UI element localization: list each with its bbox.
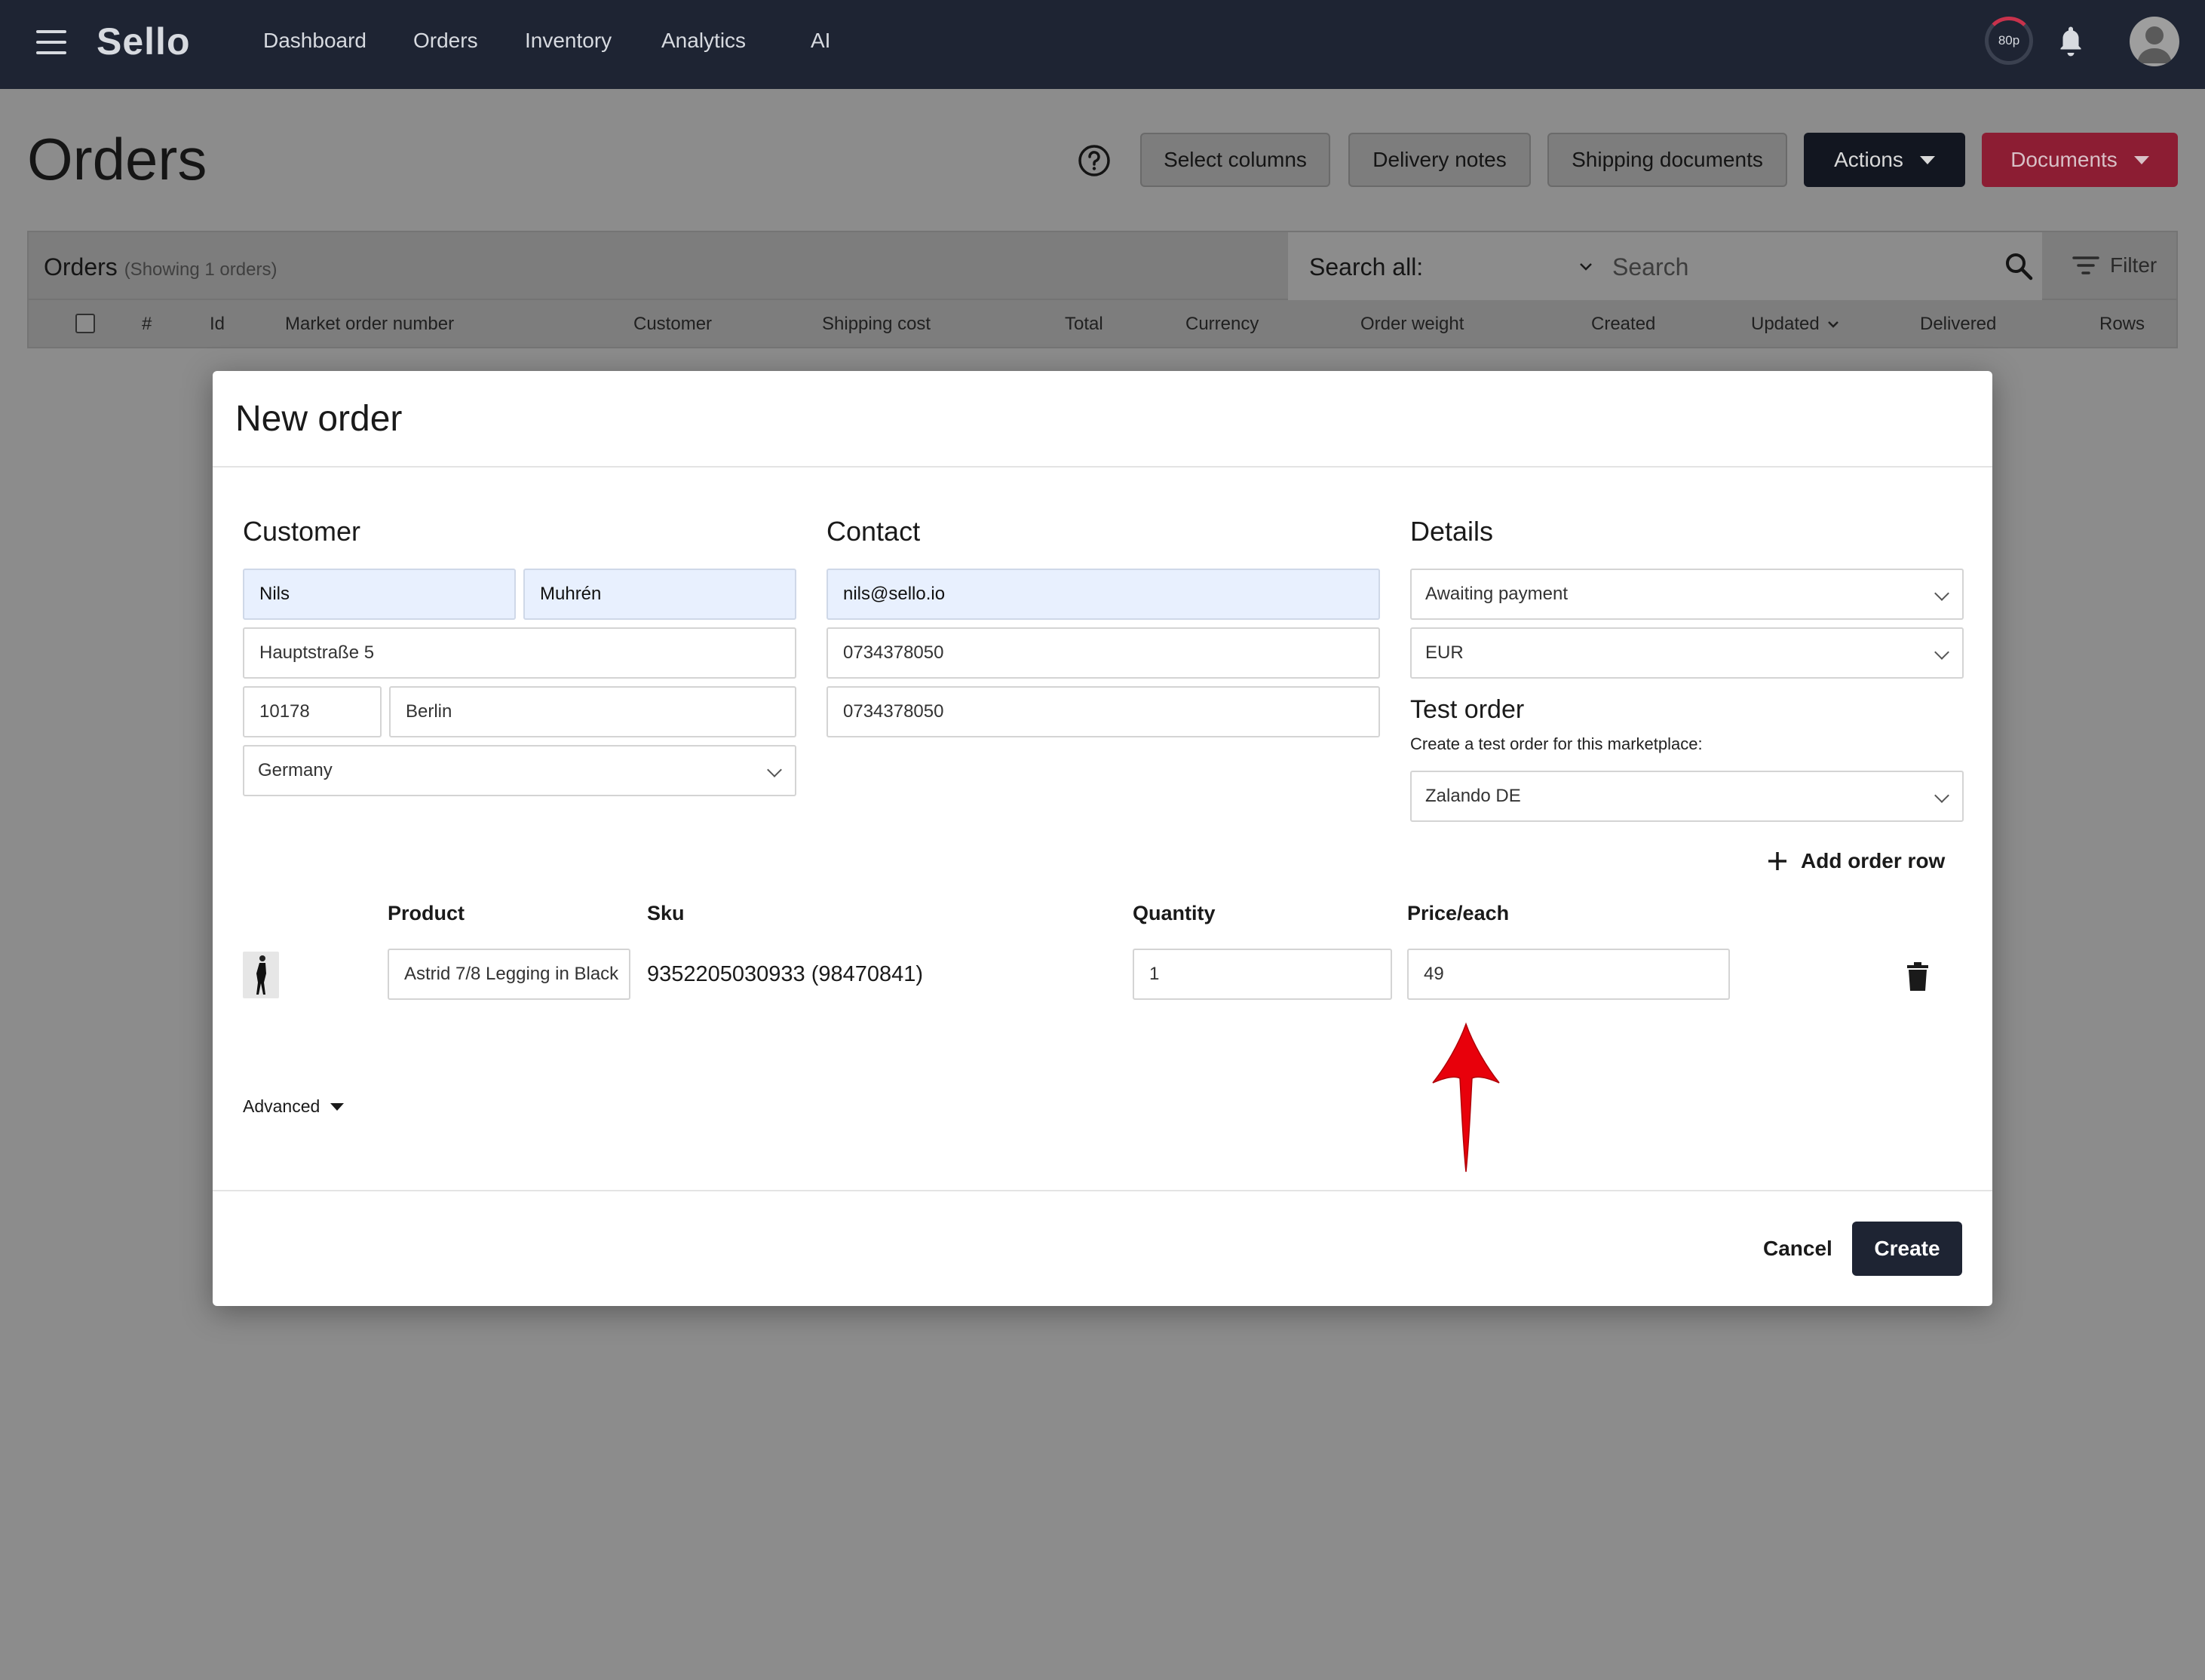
- app-logo[interactable]: Sello: [97, 20, 190, 63]
- caret-down-icon: [2133, 155, 2149, 164]
- actions-button[interactable]: Actions: [1804, 133, 1965, 187]
- price-field[interactable]: 49: [1407, 949, 1730, 1000]
- order-status-select[interactable]: Awaiting payment: [1410, 569, 1964, 620]
- filter-icon: [2072, 256, 2099, 274]
- sku-column-header: Sku: [647, 902, 685, 924]
- column-header-updated[interactable]: Updated: [1751, 314, 1841, 335]
- last-name-field[interactable]: Muhrén: [523, 569, 796, 620]
- currency-select[interactable]: EUR: [1410, 627, 1964, 679]
- modal-footer-divider: [213, 1190, 1992, 1191]
- test-order-description: Create a test order for this marketplace…: [1410, 734, 1703, 753]
- arrow-up-icon: [1432, 1022, 1500, 1173]
- menu-icon[interactable]: [36, 30, 66, 54]
- nav-ai[interactable]: AI: [811, 29, 830, 53]
- chevron-down-icon[interactable]: [1578, 258, 1594, 274]
- search-scope-select[interactable]: Search all:: [1309, 253, 1423, 281]
- search-bar: Search all: Search: [1288, 232, 2042, 300]
- nav-inventory[interactable]: Inventory: [525, 29, 612, 53]
- quantity-column-header: Quantity: [1133, 902, 1216, 924]
- column-header-customer[interactable]: Customer: [633, 314, 712, 335]
- add-order-row-button[interactable]: Add order row: [1766, 849, 1945, 873]
- column-header-id[interactable]: Id: [210, 314, 225, 335]
- quantity-field[interactable]: 1: [1133, 949, 1392, 1000]
- nav-dashboard[interactable]: Dashboard: [263, 29, 366, 53]
- nav-orders[interactable]: Orders: [413, 29, 478, 53]
- page-title: Orders: [27, 126, 207, 192]
- help-icon[interactable]: [1077, 143, 1112, 178]
- caret-down-icon: [1919, 155, 1935, 164]
- column-header-updated-label: Updated: [1751, 314, 1820, 334]
- delivery-notes-button[interactable]: Delivery notes: [1348, 133, 1531, 187]
- select-all-checkbox[interactable]: [75, 314, 95, 333]
- price-column-header: Price/each: [1407, 902, 1510, 924]
- select-columns-button[interactable]: Select columns: [1140, 133, 1330, 187]
- sku-value: 9352205030933 (98470841): [647, 962, 924, 986]
- search-icon[interactable]: [2003, 250, 2035, 282]
- filter-button[interactable]: Filter: [2072, 253, 2157, 277]
- phone-field[interactable]: 0734378050: [826, 627, 1380, 679]
- mobile-field[interactable]: 0734378050: [826, 686, 1380, 737]
- orders-panel-header: Orders (Showing 1 orders) Search all: Se…: [29, 232, 2176, 300]
- country-select[interactable]: Germany: [243, 745, 796, 796]
- test-order-heading: Test order: [1410, 695, 1525, 724]
- avatar[interactable]: [2130, 17, 2179, 66]
- nav-analytics[interactable]: Analytics: [661, 29, 746, 53]
- advanced-toggle[interactable]: Advanced: [243, 1096, 345, 1117]
- search-input[interactable]: Search: [1612, 253, 1688, 281]
- documents-button-label: Documents: [2010, 148, 2118, 171]
- orders-count: (Showing 1 orders): [124, 259, 278, 280]
- marketplace-select[interactable]: Zalando DE: [1410, 771, 1964, 822]
- add-order-row-label: Add order row: [1801, 849, 1946, 872]
- column-header-total[interactable]: Total: [1065, 314, 1103, 335]
- column-header-order-weight[interactable]: Order weight: [1360, 314, 1464, 335]
- new-order-modal: New order Customer Nils Muhrén Hauptstra…: [213, 371, 1992, 1306]
- email-field[interactable]: nils@sello.io: [826, 569, 1380, 620]
- city-field[interactable]: Berlin: [389, 686, 796, 737]
- orders-label: Orders: [44, 253, 118, 281]
- column-header-currency[interactable]: Currency: [1185, 314, 1259, 335]
- column-header-delivered[interactable]: Delivered: [1920, 314, 1996, 335]
- plus-icon: [1768, 852, 1786, 870]
- credits-badge[interactable]: 80p: [1985, 17, 2033, 65]
- modal-title: New order: [235, 399, 403, 439]
- column-header-market-order-number[interactable]: Market order number: [285, 314, 454, 335]
- customer-heading: Customer: [243, 516, 361, 547]
- column-header-rows[interactable]: Rows: [2099, 314, 2145, 335]
- documents-button[interactable]: Documents: [1982, 133, 2178, 187]
- orders-panel: Orders (Showing 1 orders) Search all: Se…: [27, 231, 2178, 348]
- shipping-documents-button[interactable]: Shipping documents: [1547, 133, 1787, 187]
- product-field[interactable]: Astrid 7/8 Legging in Black: [388, 949, 630, 1000]
- product-thumbnail: [243, 952, 279, 998]
- product-column-header: Product: [388, 902, 465, 924]
- modal-header-divider: [213, 466, 1992, 468]
- column-header-number[interactable]: #: [142, 314, 152, 335]
- column-header-shipping-cost[interactable]: Shipping cost: [822, 314, 931, 335]
- column-header-created[interactable]: Created: [1591, 314, 1655, 335]
- caret-down-icon: [330, 1102, 345, 1111]
- actions-button-label: Actions: [1834, 148, 1903, 171]
- zip-field[interactable]: 10178: [243, 686, 382, 737]
- create-button[interactable]: Create: [1852, 1222, 1962, 1276]
- contact-heading: Contact: [826, 516, 921, 547]
- chevron-down-icon: [1827, 321, 1839, 328]
- top-navbar: Sello Dashboard Orders Inventory Analyti…: [0, 0, 2205, 89]
- filter-label: Filter: [2110, 253, 2157, 277]
- cancel-button[interactable]: Cancel: [1763, 1237, 1832, 1261]
- first-name-field[interactable]: Nils: [243, 569, 516, 620]
- details-heading: Details: [1410, 516, 1494, 547]
- advanced-label: Advanced: [243, 1096, 320, 1116]
- bell-icon[interactable]: [2057, 26, 2084, 57]
- trash-icon[interactable]: [1905, 961, 1931, 992]
- street-field[interactable]: Hauptstraße 5: [243, 627, 796, 679]
- orders-panel-title: Orders (Showing 1 orders): [44, 253, 277, 281]
